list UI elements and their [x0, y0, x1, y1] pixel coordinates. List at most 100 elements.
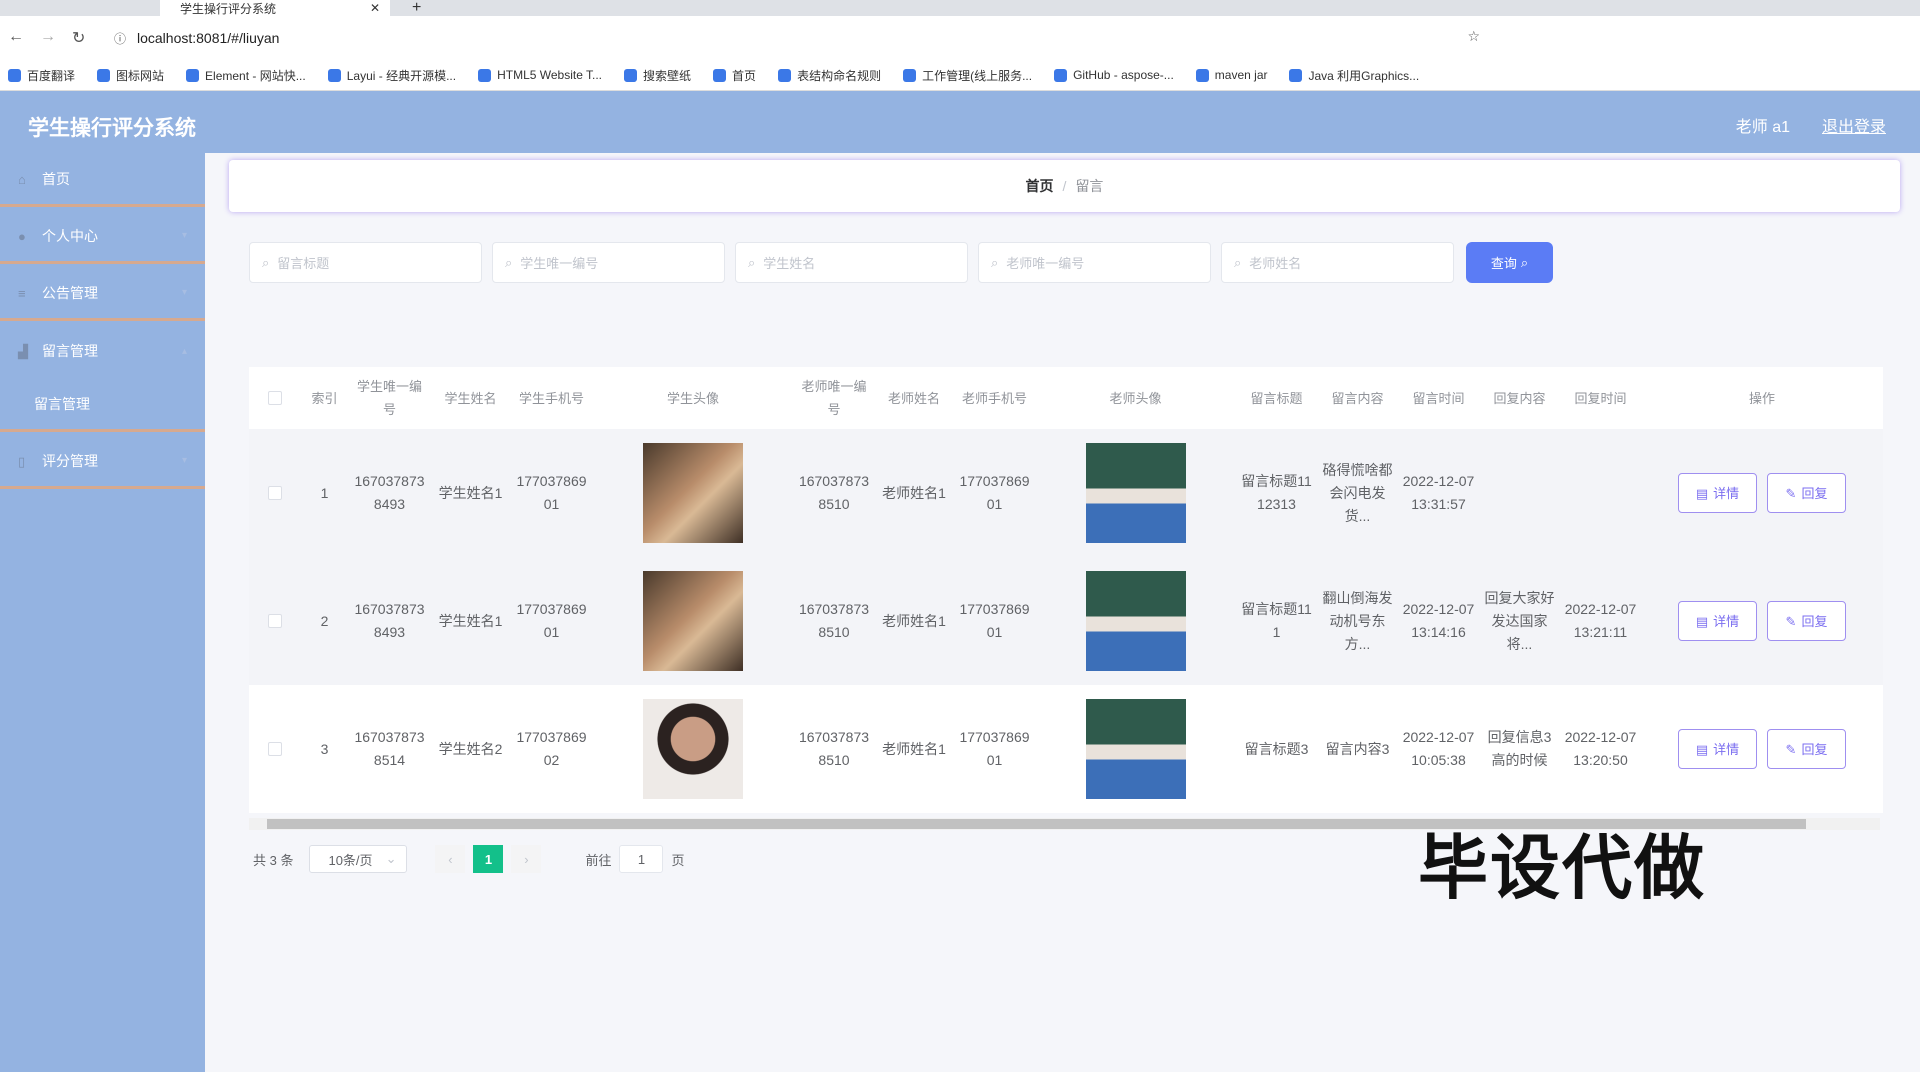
- placeholder: 学生唯一编号: [520, 256, 599, 271]
- column-header: 回复内容: [1493, 390, 1546, 406]
- table-cell: 1670378738510: [798, 473, 870, 512]
- table-cell: [1479, 429, 1560, 557]
- bookmark-item[interactable]: maven jar: [1195, 68, 1268, 82]
- search-input-2[interactable]: ⌕ 学生姓名: [735, 242, 968, 283]
- bookmark-label: Java 利用Graphics...: [1308, 68, 1420, 83]
- bookmark-item[interactable]: 工作管理(线上服务...: [903, 67, 1032, 84]
- reply-button[interactable]: ✎ 回复: [1767, 601, 1846, 641]
- student-avatar[interactable]: [643, 699, 743, 799]
- table-cell: 3: [320, 740, 329, 757]
- goto-label: 前往: [585, 852, 612, 868]
- bookmark-item[interactable]: 图标网站: [97, 67, 164, 84]
- edit-icon: ✎: [1785, 613, 1797, 629]
- column-header: 老师手机号: [961, 390, 1027, 406]
- browser-tab[interactable]: 学生操行评分系统 ✕: [160, 0, 390, 16]
- row-checkbox[interactable]: [267, 742, 282, 756]
- bookmark-icon: [903, 68, 917, 82]
- column-header: 学生头像: [666, 390, 719, 406]
- student-avatar[interactable]: [643, 571, 743, 671]
- tab-title: 学生操行评分系统: [180, 1, 277, 16]
- prev-page-button[interactable]: ‹: [435, 845, 466, 873]
- student-avatar[interactable]: [643, 443, 743, 543]
- table-cell: 17703786901: [959, 601, 1030, 640]
- chevron-up-icon: ▴: [181, 345, 187, 357]
- search-icon: ⌕: [262, 254, 270, 270]
- table-cell: 1670378738510: [798, 729, 870, 768]
- url-input[interactable]: localhost:8081/#/liuyan: [137, 30, 279, 46]
- detail-label: 详情: [1713, 741, 1740, 757]
- bookmark-star-icon[interactable]: ☆: [1467, 28, 1480, 45]
- browser-tab-bar: 学生操行评分系统 ✕ +: [0, 0, 1920, 16]
- next-page-button[interactable]: ›: [511, 845, 542, 873]
- reply-button[interactable]: ✎ 回复: [1767, 473, 1846, 513]
- placeholder: 留言标题: [277, 256, 330, 271]
- table-cell: 学生姓名2: [438, 740, 503, 757]
- reply-label: 回复: [1801, 741, 1828, 757]
- table-cell: 17703786902: [516, 729, 587, 768]
- bookmark-item[interactable]: 百度翻译: [8, 67, 75, 84]
- back-icon[interactable]: ←: [8, 28, 24, 46]
- sidebar-item-score[interactable]: ▯ 评分管理 ▾: [0, 435, 205, 489]
- bookmark-icon: [624, 68, 638, 82]
- sidebar-item-notice[interactable]: ≡ 公告管理 ▾: [0, 267, 205, 321]
- table-cell: 1670378738510: [798, 601, 870, 640]
- query-button[interactable]: 查询 ⌕: [1466, 242, 1553, 283]
- table-cell: 回复大家好发达国家将...: [1484, 589, 1555, 652]
- logout-link[interactable]: 退出登录: [1822, 113, 1886, 137]
- search-icon: ⌕: [748, 254, 756, 270]
- sidebar-subitem-message[interactable]: 留言管理: [0, 378, 205, 432]
- detail-label: 详情: [1713, 613, 1740, 629]
- message-table: 索引 学生唯一编号 学生姓名 学生手机号 学生头像 老师唯一编号 老师姓名 老师手机号 老师头像…: [249, 367, 1883, 813]
- teacher-avatar[interactable]: [1085, 571, 1186, 671]
- bookmark-item[interactable]: GitHub - aspose-...: [1054, 68, 1174, 82]
- bookmark-icon: [327, 68, 341, 82]
- close-tab-icon[interactable]: ✕: [370, 1, 380, 15]
- select-all-checkbox[interactable]: [267, 391, 282, 405]
- breadcrumb-home[interactable]: 首页: [1026, 176, 1054, 196]
- detail-button[interactable]: ▤ 详情: [1678, 729, 1757, 769]
- bookmark-item[interactable]: 首页: [713, 67, 756, 84]
- list-icon: ≡: [18, 285, 26, 301]
- table-cell: 17703786901: [516, 601, 587, 640]
- column-header: 学生唯一编号: [356, 379, 422, 417]
- chevron-down-icon: ▾: [181, 455, 187, 466]
- detail-button[interactable]: ▤ 详情: [1678, 473, 1757, 513]
- search-input-4[interactable]: ⌕ 老师姓名: [1221, 242, 1454, 283]
- bookmark-icon: [186, 68, 200, 82]
- sidebar-item-message[interactable]: ▟ 留言管理 ▴: [0, 324, 205, 378]
- page-1-button[interactable]: 1: [473, 845, 504, 873]
- current-user: 老师 a1: [1735, 119, 1790, 136]
- bookmark-item[interactable]: Java 利用Graphics...: [1289, 67, 1419, 84]
- bookmark-label: maven jar: [1214, 68, 1268, 82]
- goto-page-input[interactable]: 1: [619, 845, 664, 873]
- teacher-avatar[interactable]: [1085, 443, 1186, 543]
- detail-button[interactable]: ▤ 详情: [1678, 601, 1757, 641]
- table-cell: 2022-12-07 13:31:57: [1402, 473, 1475, 512]
- bookmarks-bar: 百度翻译 图标网站 Element - 网站快... Layui - 经典开源模...…: [0, 60, 1920, 91]
- query-label: 查询: [1490, 256, 1517, 271]
- bookmark-item[interactable]: 表结构命名规则: [778, 67, 881, 84]
- row-checkbox[interactable]: [267, 486, 282, 500]
- sidebar-item-home[interactable]: ⌂ 首页: [0, 153, 205, 207]
- bookmark-item[interactable]: Element - 网站快...: [186, 67, 306, 84]
- sidebar: ⌂ 首页 ● 个人中心 ▾ ≡ 公告管理 ▾ ▟ 留言管理 ▴ 留言管理 ▯ 评分管理 ▾: [0, 153, 205, 1072]
- sidebar-item-profile[interactable]: ● 个人中心 ▾: [0, 210, 205, 264]
- new-tab-icon[interactable]: +: [412, 0, 421, 16]
- bookmark-item[interactable]: 搜索壁纸: [624, 67, 691, 84]
- sidebar-label: 留言管理: [34, 395, 90, 412]
- reply-button[interactable]: ✎ 回复: [1767, 729, 1846, 769]
- reply-label: 回复: [1801, 613, 1828, 629]
- search-input-0[interactable]: ⌕ 留言标题: [249, 242, 482, 283]
- bookmark-icon: [1195, 68, 1209, 82]
- search-input-3[interactable]: ⌕ 老师唯一编号: [978, 242, 1211, 283]
- forward-icon[interactable]: →: [40, 28, 56, 46]
- bookmark-item[interactable]: HTML5 Website T...: [478, 68, 602, 82]
- page-size-select[interactable]: 10条/页 ⌄: [309, 845, 408, 873]
- bookmark-item[interactable]: Layui - 经典开源模...: [327, 67, 456, 84]
- app-header: [0, 91, 1920, 153]
- reload-icon[interactable]: ↻: [72, 28, 85, 48]
- row-checkbox[interactable]: [267, 614, 282, 628]
- teacher-avatar[interactable]: [1085, 699, 1186, 799]
- breadcrumb: 首页 / 留言: [229, 160, 1900, 212]
- search-input-1[interactable]: ⌕ 学生唯一编号: [492, 242, 725, 283]
